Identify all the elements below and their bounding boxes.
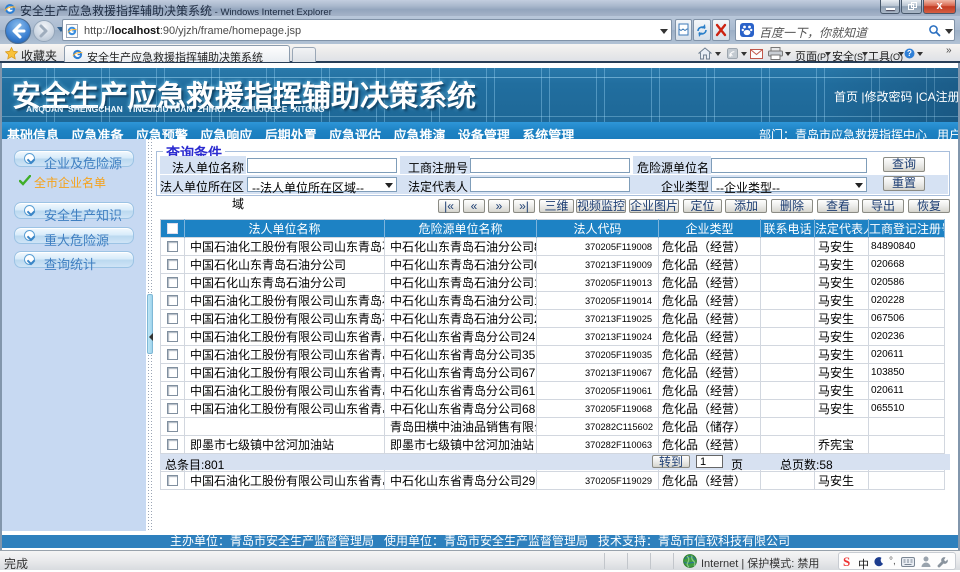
svg-text:?: ?: [907, 49, 912, 58]
